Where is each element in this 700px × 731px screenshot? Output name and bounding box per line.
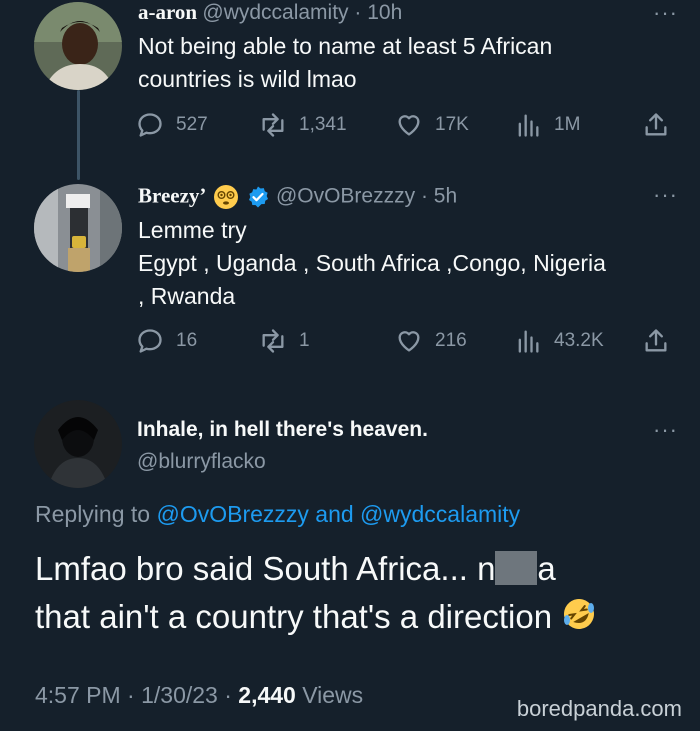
avatar[interactable] [34, 400, 122, 488]
tweet-text-segment: Lmfao bro said South Africa... n [35, 550, 496, 587]
tweet-text-line: countries is wild lmao [138, 66, 357, 92]
views-count: 1M [554, 114, 581, 135]
reply-icon [138, 113, 162, 137]
share-button[interactable] [642, 111, 670, 139]
author-display-name[interactable]: Inhale, in hell there's heaven. [137, 418, 428, 441]
author-display-name[interactable]: a-aron [138, 0, 197, 24]
censor-block [495, 551, 538, 585]
share-button[interactable] [642, 327, 670, 355]
views-icon [518, 330, 539, 353]
views-icon [518, 114, 539, 137]
retweet-icon [262, 329, 284, 353]
retweet-icon [262, 113, 284, 137]
reply-count: 527 [176, 114, 208, 135]
watermark: boredpanda.com [516, 696, 682, 721]
reply-button[interactable]: 16 [136, 327, 259, 355]
tweet-text-line: Egypt , Uganda , South Africa ,Congo, Ni… [138, 250, 606, 276]
tweet-text-line: Lmfao bro said South Africa... n a [35, 545, 685, 593]
reply-button[interactable]: 527 [136, 111, 259, 139]
verified-badge-icon [249, 186, 269, 208]
retweet-count: 1 [299, 330, 310, 351]
views-count: 2,440 [238, 682, 296, 708]
share-icon [645, 113, 667, 136]
author-name[interactable]: Inhale, in hell there's heaven. [137, 418, 428, 442]
author-display-name[interactable]: Breezy’ [138, 184, 206, 208]
dizzy-face-emoji-icon [214, 185, 239, 209]
tweet-text-segment: a [537, 550, 556, 587]
avatar[interactable] [34, 184, 122, 272]
author-handle[interactable]: @OvOBrezzzy · 5h [276, 185, 457, 208]
replying-to: Replying to @OvOBrezzzy and @wydccalamit… [35, 501, 520, 528]
like-count: 17K [435, 114, 469, 135]
tweet-timestamp[interactable]: 4:57 PM · 1/30/23 · [35, 682, 238, 708]
retweet-count: 1,341 [299, 114, 347, 135]
tweet-meta: 4:57 PM · 1/30/23 · 2,440 Views [35, 682, 363, 709]
replying-to-label: Replying to [35, 501, 157, 527]
more-options-icon[interactable]: ··· [653, 0, 678, 26]
views-count: 43.2K [554, 330, 604, 351]
author-name[interactable]: a-aron @wydccalamity · 10h [138, 0, 402, 25]
share-icon [645, 329, 667, 352]
rolling-on-floor-laughing-emoji-icon [564, 599, 595, 629]
heart-icon [398, 331, 420, 352]
tweet-text-line: Lemme try [138, 217, 247, 243]
heart-icon [398, 115, 420, 136]
more-options-icon[interactable]: ··· [653, 182, 678, 208]
avatar[interactable] [34, 2, 122, 90]
tweet-text-segment: that ain't a country that's a direction [35, 598, 553, 635]
like-count: 216 [435, 330, 467, 351]
like-button[interactable]: 216 [395, 327, 514, 355]
tweet-text-line: , Rwanda [138, 283, 236, 309]
like-button[interactable]: 17K [395, 111, 514, 139]
tweet-text: Lemme try Egypt , Uganda , South Africa … [138, 214, 678, 313]
tweet-text: Not being able to name at least 5 Africa… [138, 30, 678, 96]
thread-line [77, 90, 80, 180]
replying-to-users-link[interactable]: @OvOBrezzzy and @wydccalamity [156, 501, 520, 527]
views-label: Views [295, 682, 364, 708]
views-button[interactable]: 43.2K [514, 327, 642, 355]
reply-count: 16 [176, 330, 198, 351]
tweet-actions: 16 1 216 43.2K [136, 326, 681, 356]
author-handle[interactable]: @wydccalamity · 10h [202, 1, 402, 24]
tweet-text-line: that ain't a country that's a direction [35, 593, 685, 641]
views-button[interactable]: 1M [514, 111, 642, 139]
main-tweet-text: Lmfao bro said South Africa... n a that a… [35, 545, 685, 641]
retweet-button[interactable]: 1 [259, 327, 395, 355]
tweet-actions: 527 1,341 17K 1M [136, 110, 681, 140]
author-name[interactable]: Breezy’ @OvOBrezzzy · 5h [138, 183, 457, 211]
tweet-text-line: Not being able to name at least 5 Africa… [138, 33, 553, 59]
author-handle-row[interactable]: @blurryflacko [137, 450, 266, 474]
more-options-icon[interactable]: ··· [653, 417, 678, 443]
author-handle[interactable]: @blurryflacko [137, 450, 266, 473]
reply-icon [138, 329, 162, 353]
retweet-button[interactable]: 1,341 [259, 111, 395, 139]
